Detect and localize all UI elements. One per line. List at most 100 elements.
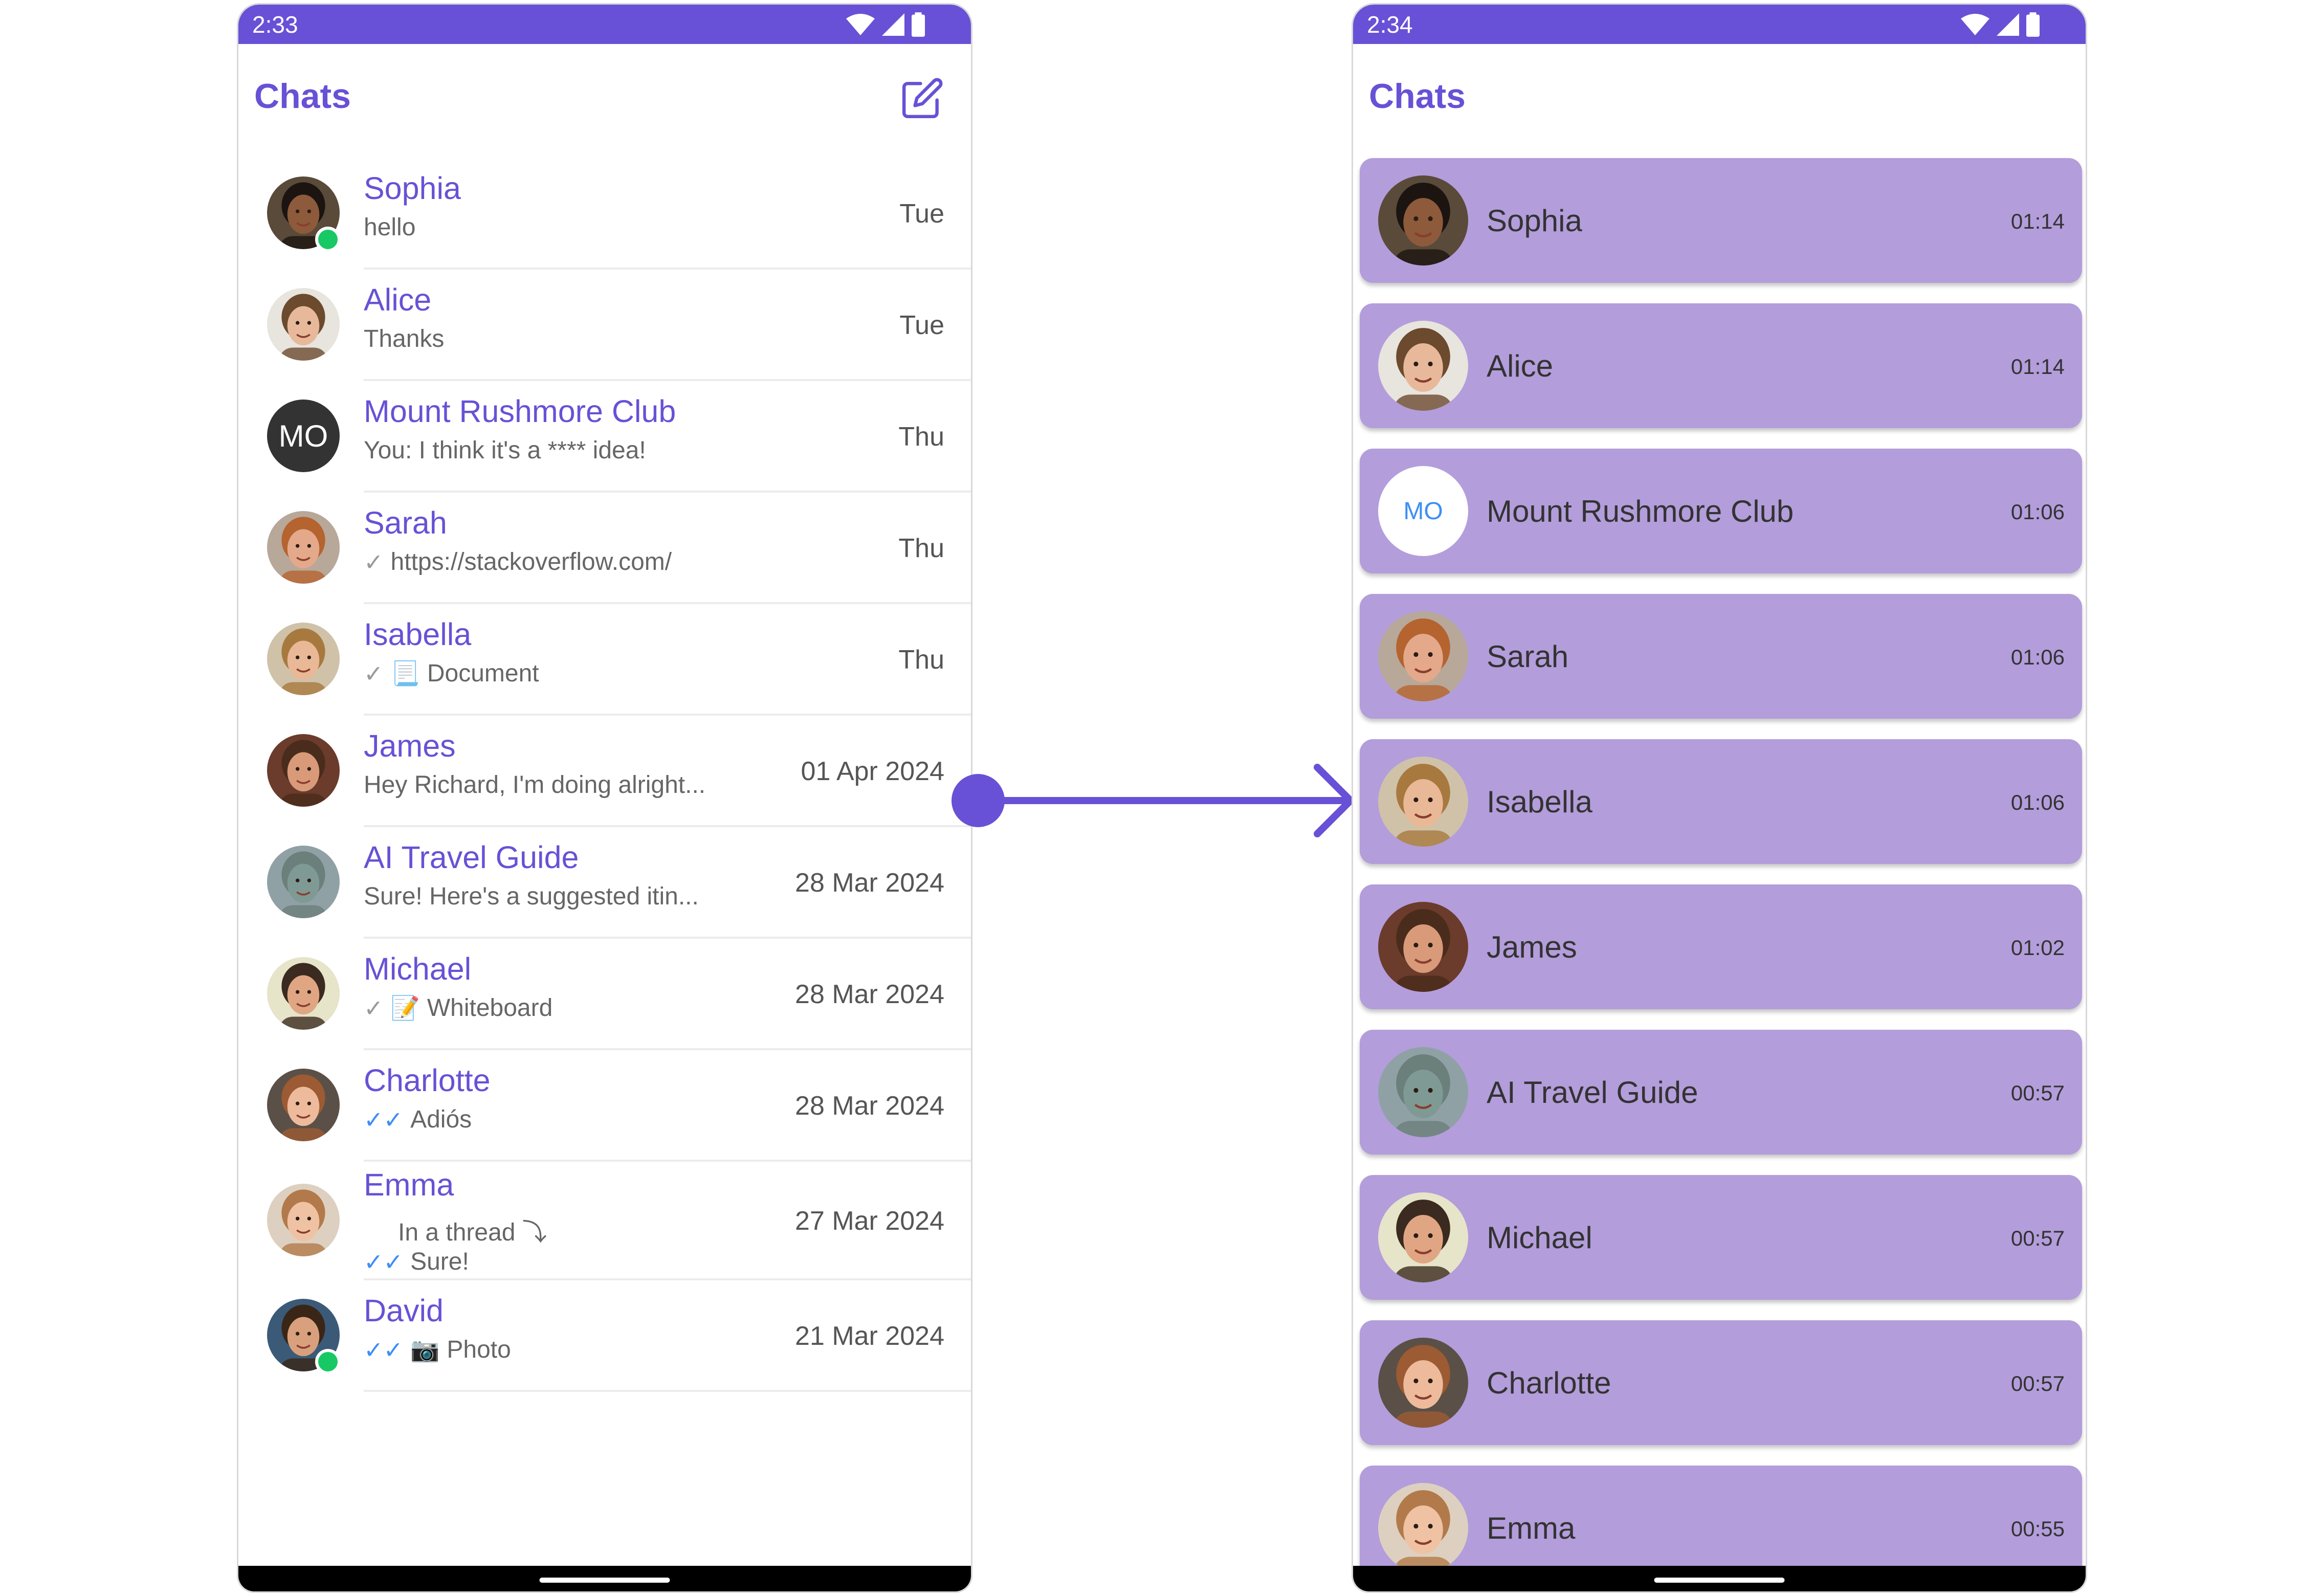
- avatar-face-icon: [267, 1069, 340, 1141]
- chat-timestamp: 00:57: [2010, 1081, 2065, 1105]
- chat-card[interactable]: James 01:02: [1360, 884, 2082, 1009]
- chat-name: Isabella: [364, 617, 472, 652]
- chat-list-item[interactable]: MO Mount Rushmore Club You: I think it's a…: [238, 381, 971, 493]
- chat-timestamp: Tue: [899, 199, 944, 229]
- avatar-face-icon: [267, 846, 340, 918]
- chat-card[interactable]: Charlotte 00:57: [1360, 1320, 2082, 1445]
- chat-name: James: [364, 728, 456, 763]
- chat-timestamp: 21 Mar 2024: [795, 1321, 944, 1351]
- chat-list-item[interactable]: Michael ✓ 📝 Whiteboard 28 Mar 2024: [238, 939, 971, 1050]
- message-type-icon: 📷: [410, 1336, 440, 1363]
- read-receipt-icon: ✓✓: [364, 1248, 404, 1275]
- chat-timestamp: 01:14: [2010, 354, 2065, 379]
- comparison-stage: 2:33 Chats Sophia hello Tue Alice Thanks Tue M…: [0, 0, 2301, 1596]
- avatar-face-icon: [267, 288, 340, 361]
- avatar: [267, 1069, 340, 1141]
- chat-card[interactable]: Isabella 01:06: [1360, 739, 2082, 864]
- chat-list-item[interactable]: AI Travel Guide Sure! Here's a suggested …: [238, 827, 971, 939]
- status-icons: [846, 12, 925, 37]
- chat-card[interactable]: Sophia 01:14: [1360, 158, 2082, 283]
- last-message-text: https://stackoverflow.com/: [390, 548, 672, 575]
- sent-receipt-icon: ✓: [364, 548, 384, 575]
- avatar: [267, 734, 340, 807]
- chat-timestamp: 28 Mar 2024: [795, 1091, 944, 1121]
- avatar: [1378, 1338, 1468, 1428]
- last-message-text: Document: [427, 660, 539, 687]
- last-message-text: Thanks: [364, 325, 445, 352]
- chat-list-item[interactable]: David ✓✓ 📷 Photo 21 Mar 2024: [238, 1280, 971, 1392]
- chat-list-item[interactable]: Charlotte ✓✓ Adiós 28 Mar 2024: [238, 1050, 971, 1162]
- avatar-face-icon: [1378, 321, 1468, 411]
- navigation-bar: [238, 1566, 971, 1591]
- last-message: ✓ 📝 Whiteboard: [364, 994, 552, 1022]
- avatar-face-icon: [1378, 175, 1468, 265]
- chat-card[interactable]: Alice 01:14: [1360, 303, 2082, 428]
- chat-name: AI Travel Guide: [364, 840, 579, 875]
- status-time: 2:34: [1367, 11, 1413, 38]
- avatar: [267, 846, 340, 918]
- chat-name: AI Travel Guide: [1487, 1075, 1698, 1110]
- status-bar: 2:34: [1353, 5, 2086, 44]
- avatar: [1378, 1483, 1468, 1573]
- transition-arrow: [952, 764, 1354, 837]
- home-indicator[interactable]: [1654, 1578, 1785, 1583]
- chat-name: Sophia: [364, 171, 461, 206]
- avatar: [267, 957, 340, 1030]
- last-message: Thanks: [364, 325, 444, 353]
- avatar-face-icon: [267, 734, 340, 807]
- chat-list-item[interactable]: Isabella ✓ 📃 Document Thu: [238, 604, 971, 716]
- chat-list-item[interactable]: Emma In a thread ⤵ ✓✓ Sure! 27 Mar 2024: [238, 1162, 971, 1280]
- chat-timestamp: 01:06: [2010, 645, 2065, 669]
- wifi-icon: [1961, 13, 1989, 35]
- last-message-text: You: I think it's a **** idea!: [364, 437, 646, 464]
- avatar-face-icon: [1378, 757, 1468, 847]
- chat-card[interactable]: AI Travel Guide 00:57: [1360, 1030, 2082, 1155]
- chat-list-item[interactable]: Sophia hello Tue: [238, 158, 971, 270]
- chat-card[interactable]: MO Mount Rushmore Club 01:06: [1360, 449, 2082, 573]
- last-message: ✓✓ Sure!: [364, 1248, 469, 1276]
- avatar-face-icon: [1378, 611, 1468, 701]
- chat-name: Alice: [1487, 349, 1554, 383]
- chat-name: Sophia: [1487, 204, 1582, 238]
- last-message: hello: [364, 213, 415, 241]
- navigation-bar: [1353, 1566, 2086, 1591]
- avatar: [1378, 175, 1468, 265]
- chat-card[interactable]: Sarah 01:06: [1360, 594, 2082, 719]
- chat-timestamp: 27 Mar 2024: [795, 1206, 944, 1236]
- signal-icon: [882, 13, 904, 36]
- avatar: [267, 511, 340, 584]
- chat-timestamp: Thu: [898, 645, 944, 675]
- online-status-badge: [315, 227, 341, 252]
- status-time: 2:33: [252, 11, 298, 38]
- avatar: [267, 623, 340, 695]
- chat-name: Michael: [1487, 1221, 1592, 1255]
- chat-card[interactable]: Michael 00:57: [1360, 1175, 2082, 1300]
- last-message-text: Hey Richard, I'm doing alright...: [364, 771, 706, 799]
- avatar-face-icon: [1378, 1483, 1468, 1573]
- last-message: Hey Richard, I'm doing alright...: [364, 771, 705, 799]
- chat-list-item[interactable]: Alice Thanks Tue: [238, 270, 971, 381]
- avatar-face-icon: [1378, 1192, 1468, 1282]
- avatar: [1378, 1047, 1468, 1137]
- chat-name: Michael: [364, 951, 472, 986]
- compose-icon[interactable]: [900, 76, 944, 120]
- chat-list-item[interactable]: Sarah ✓ https://stackoverflow.com/Thu: [238, 493, 971, 604]
- home-indicator[interactable]: [539, 1578, 670, 1583]
- chat-timestamp: Thu: [898, 534, 944, 563]
- chat-timestamp: 01 Apr 2024: [801, 757, 944, 786]
- chat-name: Alice: [364, 282, 432, 317]
- right-phone: 2:34 Chats Sophia 01:14 Alice 01:14 MO Mount …: [1352, 3, 2087, 1593]
- battery-icon: [2026, 12, 2040, 37]
- chat-list-item[interactable]: James Hey Richard, I'm doing alright... 01…: [238, 716, 971, 827]
- avatar: [1378, 902, 1468, 992]
- chat-name: Sarah: [1487, 639, 1569, 674]
- avatar: [1378, 757, 1468, 847]
- chat-timestamp: 00:57: [2010, 1371, 2065, 1395]
- read-receipt-icon: ✓✓: [364, 1336, 404, 1363]
- sent-receipt-icon: ✓: [364, 994, 384, 1022]
- chat-timestamp: Tue: [899, 311, 944, 340]
- avatar: [1378, 321, 1468, 411]
- chat-timestamp: 01:14: [2010, 209, 2065, 233]
- last-message: ✓✓ 📷 Photo: [364, 1336, 511, 1364]
- page-title: Chats: [254, 77, 351, 116]
